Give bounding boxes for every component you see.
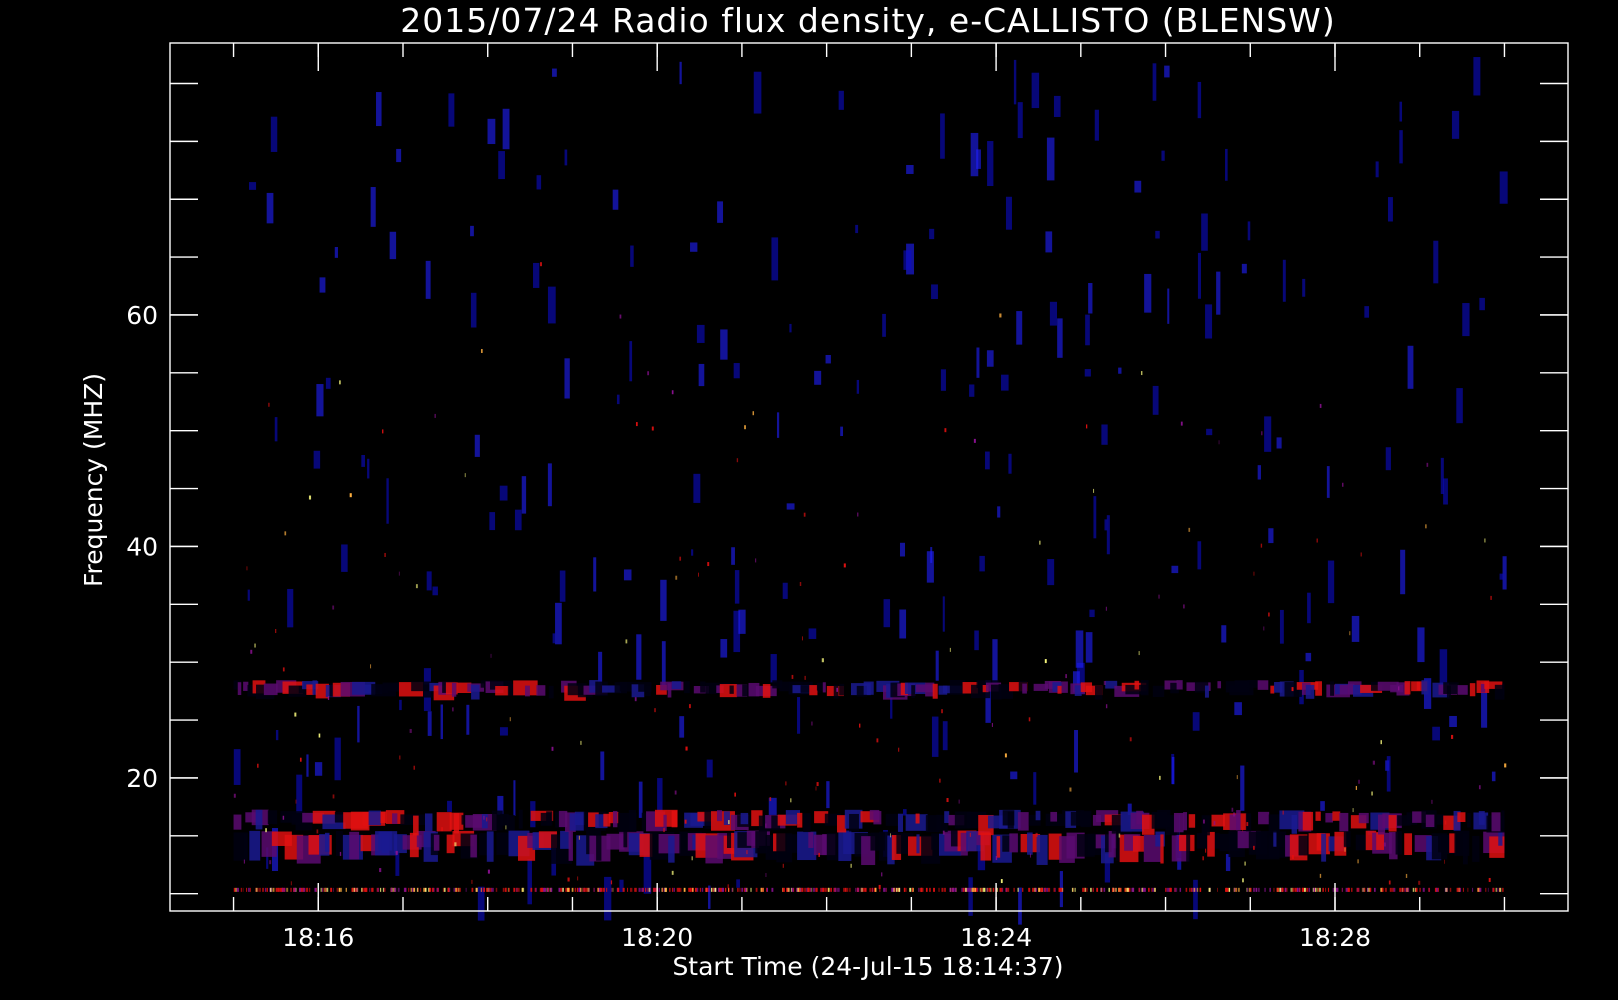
x-tick-label: 18:20 [621,923,693,952]
y-tick-label: 60 [126,301,158,330]
x-tick-label: 18:16 [282,923,354,952]
chart-title: 2015/07/24 Radio flux density, e-CALLIST… [400,1,1335,40]
x-tick-label: 18:24 [960,923,1032,952]
y-axis-label: Frequency (MHZ) [79,373,108,587]
y-tick-label: 20 [126,764,158,793]
x-tick-label: 18:28 [1299,923,1371,952]
spectrogram-chart: 2015/07/24 Radio flux density, e-CALLIST… [0,0,1618,1000]
x-axis-label: Start Time (24-Jul-15 18:14:37) [672,952,1063,981]
y-tick-label: 40 [126,532,158,561]
